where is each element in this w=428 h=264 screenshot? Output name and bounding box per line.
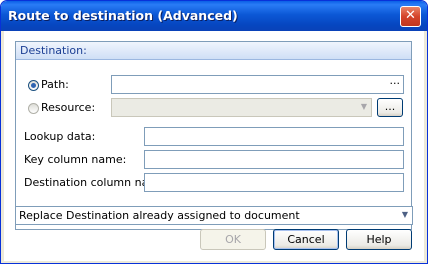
key-column-input[interactable] (144, 150, 404, 169)
close-icon: ✕ (405, 8, 416, 23)
chevron-down-icon: ▼ (360, 102, 367, 111)
help-button[interactable]: Help (346, 229, 412, 250)
destination-column-input[interactable] (144, 173, 404, 192)
resource-radio[interactable] (28, 103, 39, 114)
dialog-title: Route to destination (Advanced) (8, 8, 238, 23)
title-bar[interactable]: Route to destination (Advanced) ✕ (1, 1, 427, 31)
resource-browse-button[interactable]: ... (377, 98, 403, 117)
chevron-down-icon: ▼ (401, 210, 408, 219)
key-column-label: Key column name: (24, 153, 127, 166)
ok-button[interactable]: OK (200, 229, 266, 250)
resource-select[interactable]: ▼ (111, 98, 372, 117)
resource-label: Resource: (41, 101, 96, 114)
lookup-label: Lookup data: (24, 130, 96, 143)
replace-mode-value: Replace Destination already assigned to … (19, 209, 300, 222)
lookup-input[interactable] (144, 127, 404, 146)
path-input[interactable]: ··· (111, 75, 404, 94)
group-header-label: Destination: (20, 44, 87, 57)
replace-mode-select[interactable]: Replace Destination already assigned to … (15, 206, 413, 225)
group-header: Destination: (16, 42, 411, 60)
destination-group: Destination: Path: ··· Resource: ▼ ... L… (15, 41, 412, 230)
dialog-window: Route to destination (Advanced) ✕ Destin… (0, 0, 428, 264)
cancel-button[interactable]: Cancel (273, 229, 339, 250)
ellipsis-icon[interactable]: ··· (390, 77, 401, 90)
close-button[interactable]: ✕ (400, 6, 421, 27)
path-label: Path: (41, 78, 69, 91)
dialog-body: Destination: Path: ··· Resource: ▼ ... L… (4, 31, 424, 261)
path-radio[interactable] (28, 80, 39, 91)
